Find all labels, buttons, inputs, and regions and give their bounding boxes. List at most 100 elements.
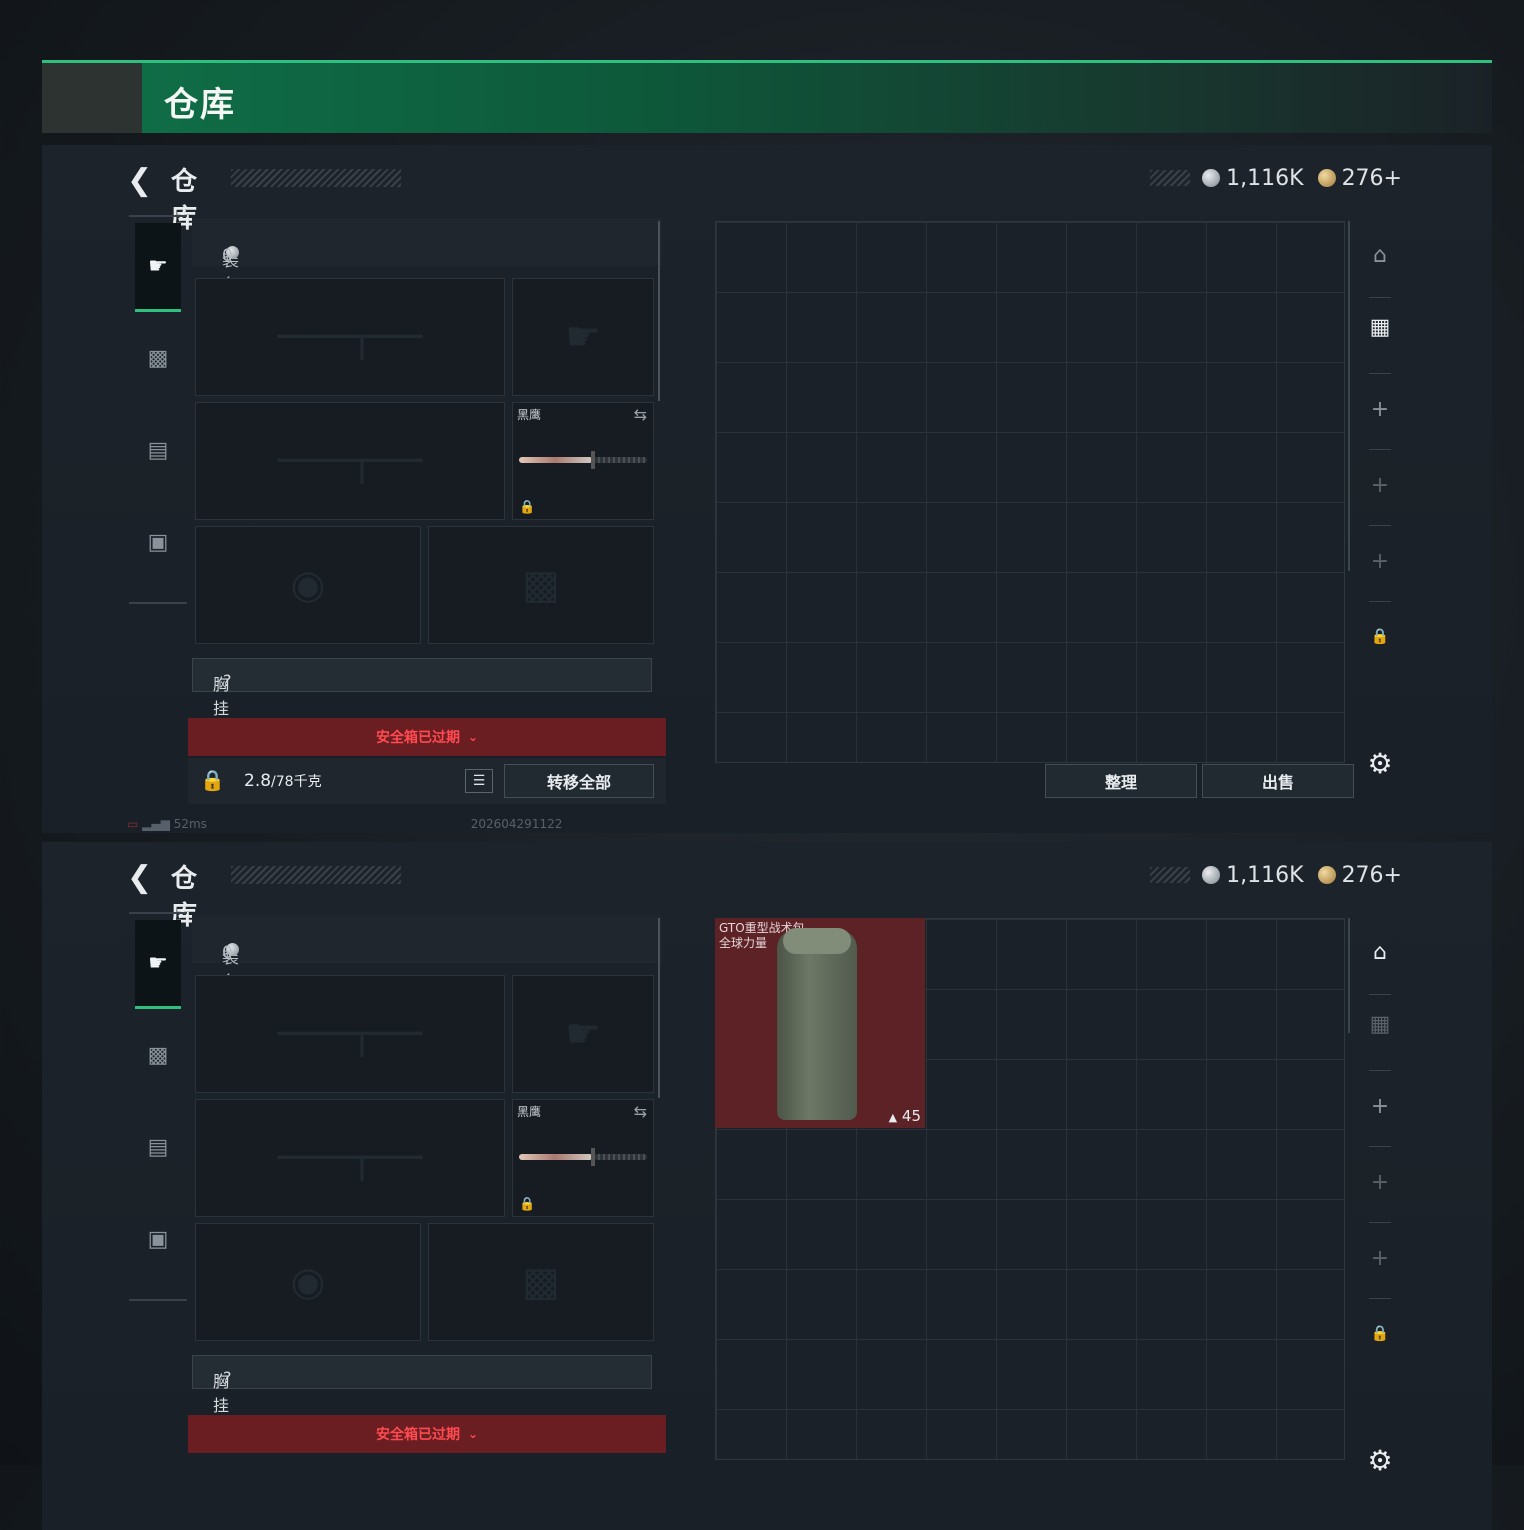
weight-icon: ▲	[888, 1111, 898, 1124]
safe-box-expired-bar[interactable]: 安全箱已过期 ⌄	[188, 1415, 666, 1453]
backpack-item[interactable]: GTO重型战术包 全球力量 ▲ 45	[715, 918, 925, 1128]
storage-sidebar: ⌂ ▦ + + + 🔒 ⚙	[1355, 221, 1405, 780]
storage-grid[interactable]	[715, 221, 1345, 763]
chevron-down-icon: ⌄	[467, 1427, 479, 1441]
storage-filter-icon[interactable]: ▦	[1355, 1012, 1405, 1037]
pistol-icon: ☛	[148, 950, 168, 976]
gold-coin-icon	[1317, 866, 1336, 884]
gold-coin-icon	[1317, 169, 1336, 187]
pistol-slot[interactable]: ☛	[512, 975, 654, 1093]
add-page-icon[interactable]: +	[1355, 549, 1405, 574]
storage-scrollbar[interactable]	[1348, 221, 1350, 571]
gold-amount: 276+	[1341, 862, 1402, 888]
primary-weapon-slot[interactable]: ───┬──	[195, 975, 505, 1093]
tab-backpack[interactable]: ▤	[135, 1104, 181, 1190]
pistol-icon: ☛	[148, 253, 168, 279]
armor-slot[interactable]: ▩	[428, 526, 654, 644]
safe-box-expired-bar[interactable]: 安全箱已过期 ⌄	[188, 718, 666, 756]
primary-weapon-slot[interactable]: ───┬──	[195, 278, 505, 396]
item-name-line-2: 全球力量	[719, 936, 768, 950]
item-weight: ▲ 45	[889, 1107, 921, 1125]
add-page-icon[interactable]: +	[1355, 397, 1405, 422]
equipment-value-bar: 装备价值 0	[192, 915, 662, 1043]
equipment-value-bar: 装备价值 0	[192, 218, 662, 346]
armor-slot[interactable]: ▩	[428, 1223, 654, 1341]
vest-silhouette-icon: ▩	[522, 1259, 560, 1305]
silver-coin-icon	[1202, 866, 1221, 884]
storage-home-icon[interactable]: ⌂	[1355, 243, 1405, 268]
tab-weapons[interactable]: ☛	[135, 920, 181, 1009]
ping: 52ms	[173, 817, 207, 831]
chest-rig-slot[interactable]: 胸挂 ?	[192, 1355, 652, 1415]
swap-icon[interactable]: ⇆	[634, 1102, 647, 1121]
swap-icon[interactable]: ⇆	[634, 405, 647, 424]
equipment-scrollbar[interactable]	[658, 918, 660, 1098]
back-arrow-icon[interactable]: ❮	[127, 860, 152, 895]
list-icon[interactable]: ☰	[465, 769, 493, 793]
header-decoration	[231, 169, 401, 187]
rifle-silhouette-icon: ───┬──	[277, 314, 423, 360]
currency-display: 1,116K 276+	[1150, 858, 1402, 892]
chest-rig-slot[interactable]: 胸挂 ?	[192, 658, 652, 718]
pistol-slot[interactable]: ☛	[512, 278, 654, 396]
tab-backpack[interactable]: ▤	[135, 407, 181, 493]
gear-icon[interactable]: ⚙	[1355, 1444, 1405, 1477]
silver-amount: 1,116K	[1226, 165, 1304, 191]
add-page-icon[interactable]: +	[1355, 473, 1405, 498]
melee-slot[interactable]: 黑鹰 ⇆ 🔒	[512, 1099, 654, 1217]
tab-weapons[interactable]: ☛	[135, 223, 181, 312]
tab-medkit[interactable]: ▣	[135, 1196, 181, 1282]
knife-icon	[519, 1148, 647, 1166]
add-page-icon[interactable]: +	[1355, 1170, 1405, 1195]
knife-icon	[519, 451, 647, 469]
lock-icon: 🔒	[1370, 627, 1390, 645]
lock-icon[interactable]: 🔒	[200, 768, 225, 792]
helmet-silhouette-icon: ◉	[290, 1259, 326, 1305]
backpack-icon: ▤	[147, 1134, 169, 1160]
rifle-silhouette-icon: ───┬──	[277, 1135, 423, 1181]
build-timestamp: 202604291122	[470, 817, 563, 831]
backpack-top-shape	[783, 928, 851, 954]
storage-sidebar: ⌂ ▦ + + + 🔒 ⚙	[1355, 918, 1405, 1477]
sort-button[interactable]: 整理	[1045, 764, 1197, 798]
equipment-scrollbar[interactable]	[658, 221, 660, 401]
transfer-all-button[interactable]: 转移全部	[504, 764, 654, 798]
secondary-weapon-slot[interactable]: ───┬──	[195, 402, 505, 520]
safe-box-status: 安全箱已过期	[375, 730, 460, 746]
currency-decoration	[1150, 867, 1191, 883]
chevron-down-icon: ⌄	[467, 730, 479, 744]
help-icon[interactable]: ?	[223, 671, 232, 690]
tab-medkit[interactable]: ▣	[135, 499, 181, 585]
secondary-weapon-slot[interactable]: ───┬──	[195, 1099, 505, 1217]
gold-amount: 276+	[1341, 165, 1402, 191]
weight-max: /78千克	[271, 774, 322, 790]
melee-slot[interactable]: 黑鹰 ⇆ 🔒	[512, 402, 654, 520]
weight-current: 2.8	[244, 771, 272, 791]
back-arrow-icon[interactable]: ❮	[127, 163, 152, 198]
help-icon[interactable]: ?	[223, 1368, 232, 1387]
tab-armor[interactable]: ▩	[135, 1012, 181, 1098]
storage-scrollbar[interactable]	[1348, 918, 1350, 1033]
sell-button[interactable]: 出售	[1202, 764, 1354, 798]
add-page-icon[interactable]: +	[1355, 1246, 1405, 1271]
briefcase-icon: ▣	[147, 529, 169, 555]
silver-amount: 1,116K	[1226, 862, 1304, 888]
vest-icon: ▩	[147, 345, 169, 371]
storage-filter-icon[interactable]: ▦	[1355, 315, 1405, 340]
equipment-value: 0	[222, 943, 233, 963]
status-bar: ▭ ▂▄▆ 52ms 202604291122	[127, 817, 562, 831]
tab-armor[interactable]: ▩	[135, 315, 181, 401]
pistol-silhouette-icon: ☛	[565, 314, 601, 360]
currency-decoration	[1150, 170, 1191, 186]
add-page-icon[interactable]: +	[1355, 1094, 1405, 1119]
melee-name: 黑鹰	[517, 408, 542, 422]
gear-icon[interactable]: ⚙	[1355, 747, 1405, 780]
storage-home-icon[interactable]: ⌂	[1355, 940, 1405, 965]
signal-icon: ▂▄▆	[142, 817, 170, 831]
helmet-slot[interactable]: ◉	[195, 1223, 421, 1341]
backpack-icon: ▤	[147, 437, 169, 463]
briefcase-icon: ▣	[147, 1226, 169, 1252]
weight-bar: 🔒 2.8/78千克 ☰ 转移全部	[188, 758, 666, 804]
title-banner: 仓库	[42, 60, 1492, 133]
helmet-slot[interactable]: ◉	[195, 526, 421, 644]
